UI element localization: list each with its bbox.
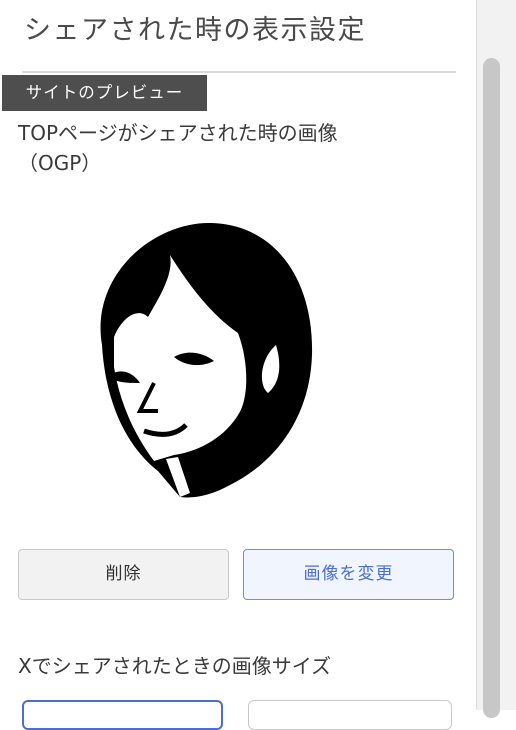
page-title: シェアされた時の表示設定 (24, 15, 366, 46)
ogp-title-line2: （OGP） (18, 151, 102, 175)
x-size-option-selected[interactable] (22, 700, 223, 730)
scrollbar-thumb[interactable] (483, 58, 500, 718)
x-image-size-title: Xでシェアされたときの画像サイズ (18, 654, 332, 678)
ogp-image-preview (100, 222, 313, 498)
title-divider (22, 71, 456, 73)
x-size-option[interactable] (248, 700, 452, 730)
site-preview-tooltip: サイトのプレビュー (2, 75, 207, 111)
ogp-title-line1: TOPページがシェアされた時の画像 (18, 121, 338, 145)
change-image-button[interactable]: 画像を変更 (243, 549, 454, 600)
ogp-section-title: TOPページがシェアされた時の画像 （OGP） (18, 118, 338, 178)
delete-button[interactable]: 削除 (18, 549, 229, 600)
